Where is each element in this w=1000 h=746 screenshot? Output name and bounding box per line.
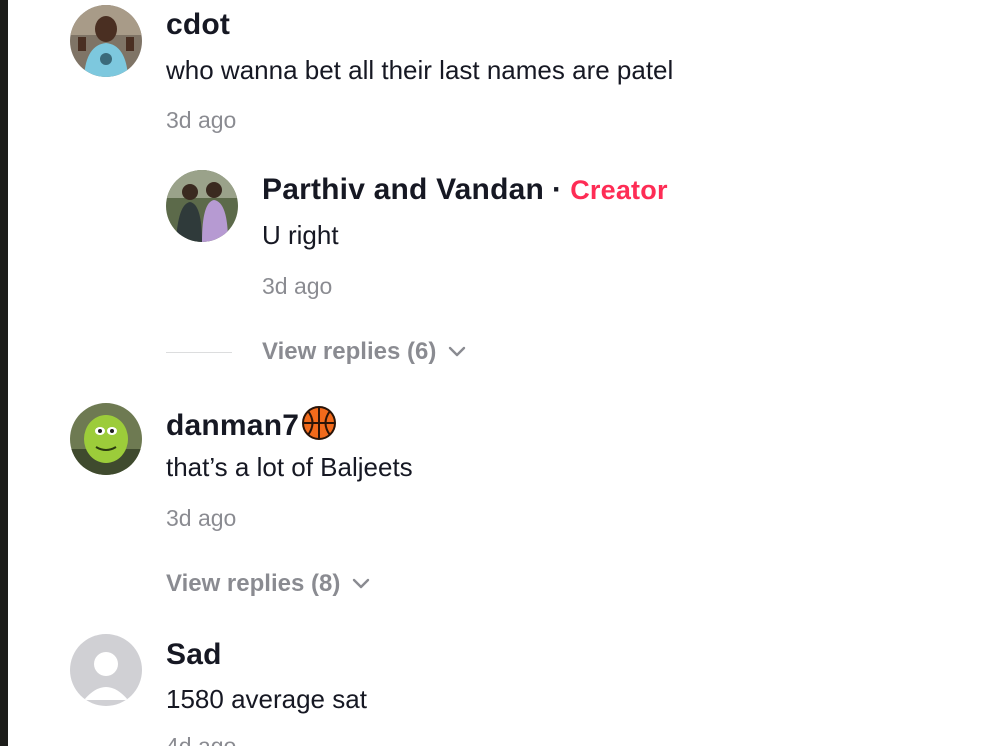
chevron-down-icon xyxy=(353,578,370,589)
avatar-sad[interactable] xyxy=(70,634,142,706)
reply-username-line: Parthiv and Vandan · Creator xyxy=(262,173,668,207)
avatar-danman7[interactable] xyxy=(70,403,142,475)
comment-username-line: danman7 xyxy=(166,405,337,443)
comments-panel: cdot who wanna bet all their last names … xyxy=(0,0,1000,746)
comment-text: that’s a lot of Baljeets xyxy=(166,452,413,482)
reply-username[interactable]: Parthiv and Vandan xyxy=(262,173,544,206)
comment-text: who wanna bet all their last names are p… xyxy=(166,55,674,85)
comment-time: 4d ago xyxy=(166,733,237,746)
separator-dot: · xyxy=(552,173,563,206)
avatar-parthiv-and-vandan[interactable] xyxy=(166,170,238,242)
view-replies-button[interactable]: View replies (8) xyxy=(166,570,370,598)
comment-username[interactable]: Sad xyxy=(166,638,222,672)
view-replies-label: View replies (8) xyxy=(166,570,341,597)
comment-username[interactable]: cdot xyxy=(166,8,230,42)
view-replies-button[interactable]: View replies (6) xyxy=(262,338,466,366)
reply-text: U right xyxy=(262,220,339,250)
view-replies-label: View replies (6) xyxy=(262,338,437,365)
comment-time: 3d ago xyxy=(166,107,237,133)
avatar-cdot[interactable] xyxy=(70,5,142,77)
creator-badge: Creator xyxy=(570,175,668,205)
basketball-icon xyxy=(302,406,337,440)
comment-time: 3d ago xyxy=(166,505,237,531)
replies-divider xyxy=(166,352,232,353)
chevron-down-icon xyxy=(449,346,466,357)
comment-username[interactable]: danman7 xyxy=(166,409,299,442)
reply-time: 3d ago xyxy=(262,273,333,299)
window-edge xyxy=(0,0,8,746)
comment-text: 1580 average sat xyxy=(166,684,367,714)
